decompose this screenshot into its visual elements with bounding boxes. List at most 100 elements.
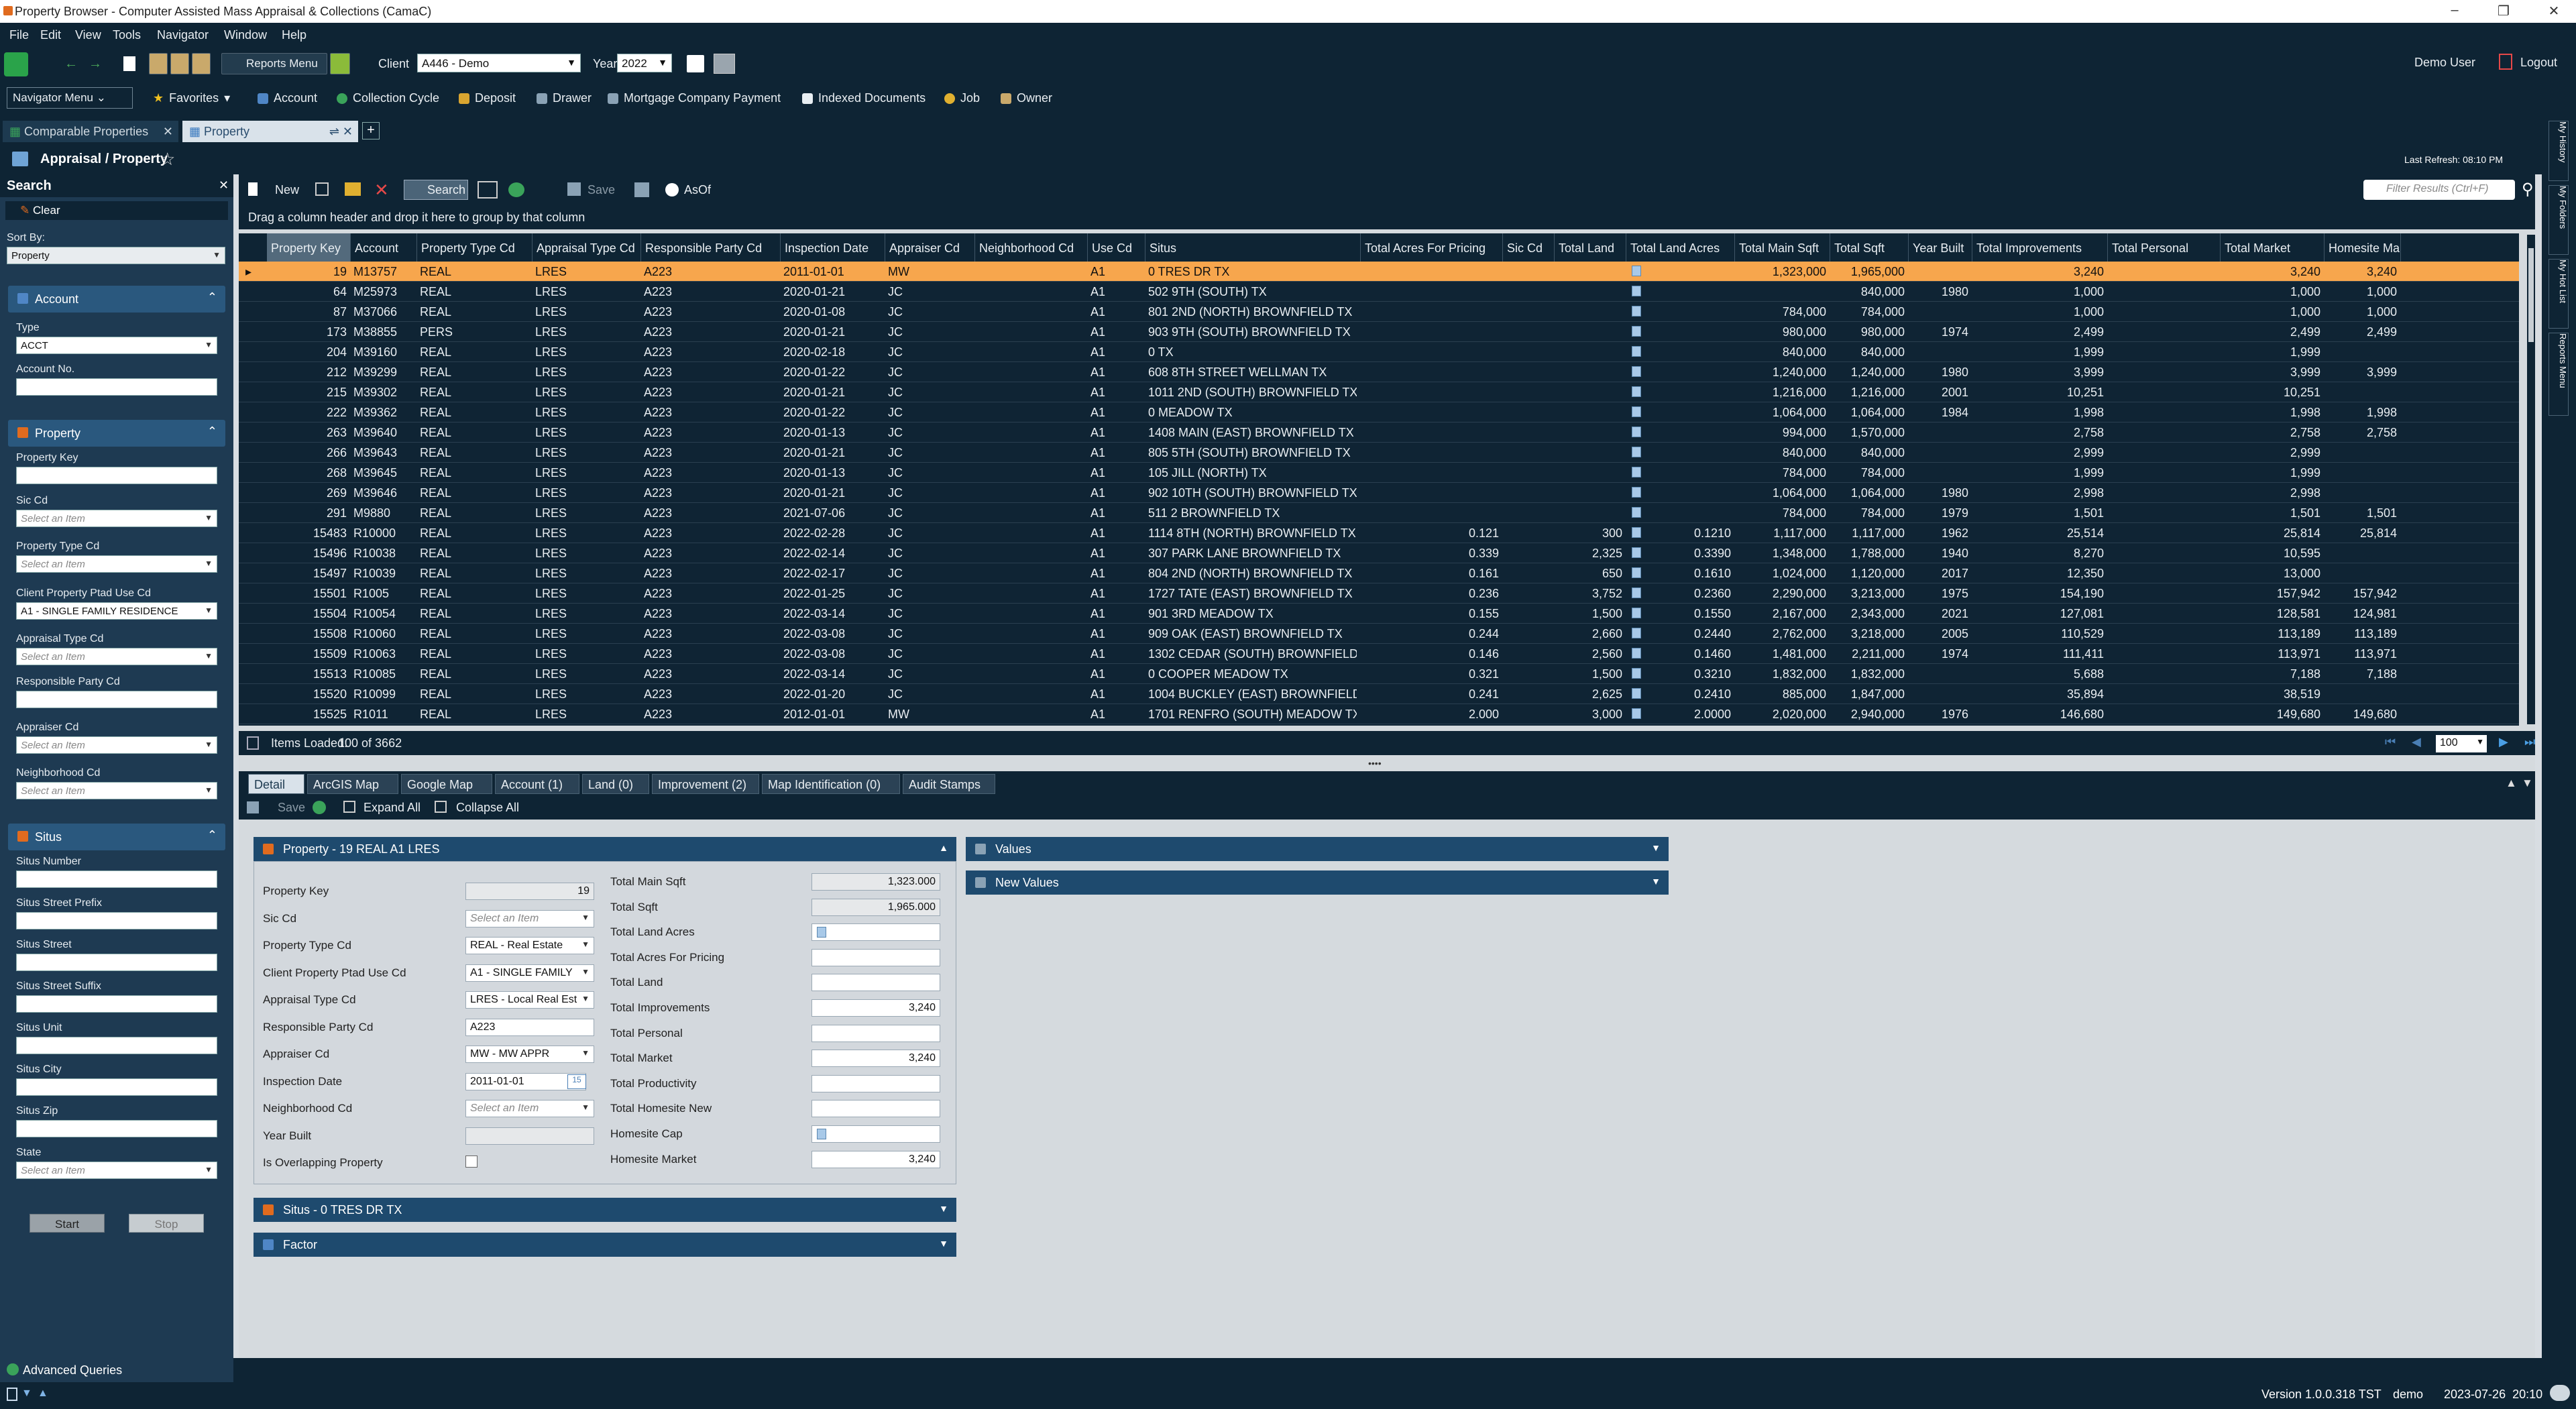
advanced-queries-button[interactable]: Advanced Queries (23, 1363, 122, 1377)
collapse-up-icon[interactable]: ▲ (2506, 777, 2517, 790)
tab-arcgis-map[interactable]: ArcGIS Map (307, 774, 398, 794)
close-icon[interactable]: ✕ (163, 125, 173, 139)
save-folder-icon[interactable] (192, 53, 211, 74)
expand-all-button[interactable]: Expand All (363, 801, 421, 815)
table-row[interactable]: 15504 R10054 REAL LRES A223 2022-03-14 JC A1 901… (239, 604, 2519, 624)
menu-edit[interactable]: Edit (40, 28, 61, 42)
calculator-icon[interactable] (1632, 447, 1641, 457)
table-row[interactable]: 15525 R1011 REAL LRES A223 2012-01-01 MW A1 1701… (239, 704, 2519, 724)
tab-property[interactable]: ▦ Property ⇌ ✕ (182, 121, 358, 142)
column-header[interactable]: Responsible Party Cd (641, 233, 781, 262)
calculator-icon[interactable] (1632, 688, 1641, 699)
menu-help[interactable]: Help (282, 28, 306, 42)
back-icon[interactable]: ← (64, 56, 78, 72)
logout-link[interactable]: Logout (2520, 56, 2557, 70)
situs-unit-input[interactable] (16, 1037, 217, 1054)
client-select[interactable]: A446 - Demo ▼ (417, 54, 581, 72)
field-value[interactable]: 3,240 (811, 999, 940, 1017)
table-row[interactable]: 15496 R10038 REAL LRES A223 2022-02-14 JC A1 307… (239, 543, 2519, 563)
table-row[interactable]: 291 M9880 REAL LRES A223 2021-07-06 JC A1 511 2 … (239, 503, 2519, 523)
calculator-icon[interactable] (1632, 668, 1641, 679)
table-row[interactable]: 15508 R10060 REAL LRES A223 2022-03-08 JC A1 909… (239, 624, 2519, 644)
client-ptad-select[interactable]: A1 - SINGLE FAMILY RESIDENCE ▼ (16, 602, 217, 620)
first-page-icon[interactable]: ⏮ (2385, 735, 2396, 749)
close-icon[interactable]: ✕ (343, 125, 353, 139)
column-header[interactable]: Account (351, 233, 417, 262)
add-tab-button[interactable]: + (362, 122, 380, 139)
asof-radio[interactable] (665, 183, 679, 196)
bookmark-icon[interactable] (687, 55, 704, 72)
calculator-icon[interactable] (817, 1129, 826, 1139)
menu-navigator[interactable]: Navigator (157, 28, 209, 42)
appraisal-type-select[interactable]: Select an Item ▼ (16, 648, 217, 665)
situs-street-suffix-input[interactable] (16, 995, 217, 1013)
calculator-icon[interactable] (1632, 306, 1641, 317)
type-select[interactable]: ACCT ▼ (16, 337, 217, 354)
property-panel-header[interactable]: Property - 19 REAL A1 LRES ▲ (254, 837, 956, 861)
field-value[interactable] (811, 974, 940, 991)
sic-cd-select[interactable]: Select an Item ▼ (16, 510, 217, 527)
new-document-icon[interactable] (123, 56, 135, 71)
audit-icon[interactable] (634, 182, 649, 197)
field-value[interactable]: REAL - Real Estate ▼ (465, 937, 594, 954)
nav-account[interactable]: Account (258, 91, 317, 105)
delete-icon[interactable]: ✕ (374, 180, 389, 201)
column-header[interactable]: Situs (1145, 233, 1361, 262)
column-header[interactable]: Total Personal (2108, 233, 2221, 262)
property-section-header[interactable]: Property ⌃ (8, 420, 225, 447)
favorites-menu[interactable]: ★ Favorites ▾ (153, 91, 230, 105)
column-header[interactable]: Homesite Market (2325, 233, 2401, 262)
my-folders-tab[interactable]: My Folders (2549, 185, 2569, 255)
calculator-icon[interactable] (1632, 386, 1641, 397)
account-section-header[interactable]: Account ⌃ (8, 286, 225, 313)
calculator-icon[interactable] (1632, 648, 1641, 659)
table-row[interactable]: 87 M37066 REAL LRES A223 2020-01-08 JC A1 801 2N… (239, 302, 2519, 322)
calculator-icon[interactable] (1632, 346, 1641, 357)
table-row[interactable]: 266 M39643 REAL LRES A223 2020-01-21 JC A1 805 5… (239, 443, 2519, 463)
field-value[interactable] (811, 1025, 940, 1042)
nav-owner[interactable]: Owner (1001, 91, 1052, 105)
calculator-icon[interactable] (1632, 427, 1641, 437)
my-history-tab[interactable]: My History (2549, 121, 2569, 181)
stop-button[interactable]: Stop (129, 1214, 204, 1233)
nav-indexed-documents[interactable]: Indexed Documents (802, 91, 926, 105)
table-row[interactable]: 269 M39646 REAL LRES A223 2020-01-21 JC A1 902 1… (239, 483, 2519, 503)
menu-tools[interactable]: Tools (113, 28, 141, 42)
table-row[interactable]: 268 M39645 REAL LRES A223 2020-01-13 JC A1 105 J… (239, 463, 2519, 483)
prev-page-icon[interactable]: ◀ (2412, 735, 2421, 749)
filter-results-input[interactable]: Filter Results (Ctrl+F) (2363, 180, 2515, 200)
situs-number-input[interactable] (16, 870, 217, 888)
start-button[interactable]: Start (30, 1214, 105, 1233)
arrow-down-icon[interactable]: ▼ (21, 1388, 32, 1400)
nav-job[interactable]: Job (944, 91, 980, 105)
situs-zip-input[interactable] (16, 1120, 217, 1137)
reports-menu-button[interactable]: Reports Menu (221, 53, 327, 74)
calculator-icon[interactable] (1632, 406, 1641, 417)
column-header[interactable]: Neighborhood Cd (975, 233, 1088, 262)
column-header[interactable]: Total Main Sqft (1735, 233, 1830, 262)
new-button[interactable]: New (275, 183, 299, 197)
table-row[interactable]: 15497 R10039 REAL LRES A223 2022-02-17 JC A1 804… (239, 563, 2519, 583)
column-header[interactable]: Appraisal Type Cd (533, 233, 641, 262)
column-header[interactable]: Use Cd (1088, 233, 1145, 262)
calculator-icon[interactable] (1632, 286, 1641, 296)
calculator-icon[interactable] (1632, 527, 1641, 538)
menu-view[interactable]: View (75, 28, 101, 42)
column-header[interactable]: Year Built (1909, 233, 1972, 262)
group-by-bar[interactable]: Drag a column header and drop it here to… (239, 205, 2535, 229)
situs-street-prefix-input[interactable] (16, 912, 217, 929)
nav-drawer[interactable]: Drawer (537, 91, 592, 105)
refresh-icon[interactable] (508, 182, 524, 197)
calculator-icon[interactable] (1632, 326, 1641, 337)
column-header[interactable]: Sic Cd (1503, 233, 1555, 262)
search-button[interactable]: Search (404, 180, 468, 200)
column-header[interactable]: Total Improvements (1972, 233, 2108, 262)
column-header[interactable]: Total Market (2221, 233, 2325, 262)
folder-icon[interactable] (149, 53, 168, 74)
new-values-panel-header[interactable]: New Values ▼ (966, 870, 1669, 895)
table-row[interactable]: 215 M39302 REAL LRES A223 2020-01-21 JC A1 1011 … (239, 382, 2519, 402)
grid-scrollbar[interactable] (2527, 235, 2535, 724)
field-value[interactable] (811, 1075, 940, 1092)
overlapping-checkbox[interactable] (465, 1156, 478, 1168)
layout-icon[interactable] (714, 54, 735, 74)
